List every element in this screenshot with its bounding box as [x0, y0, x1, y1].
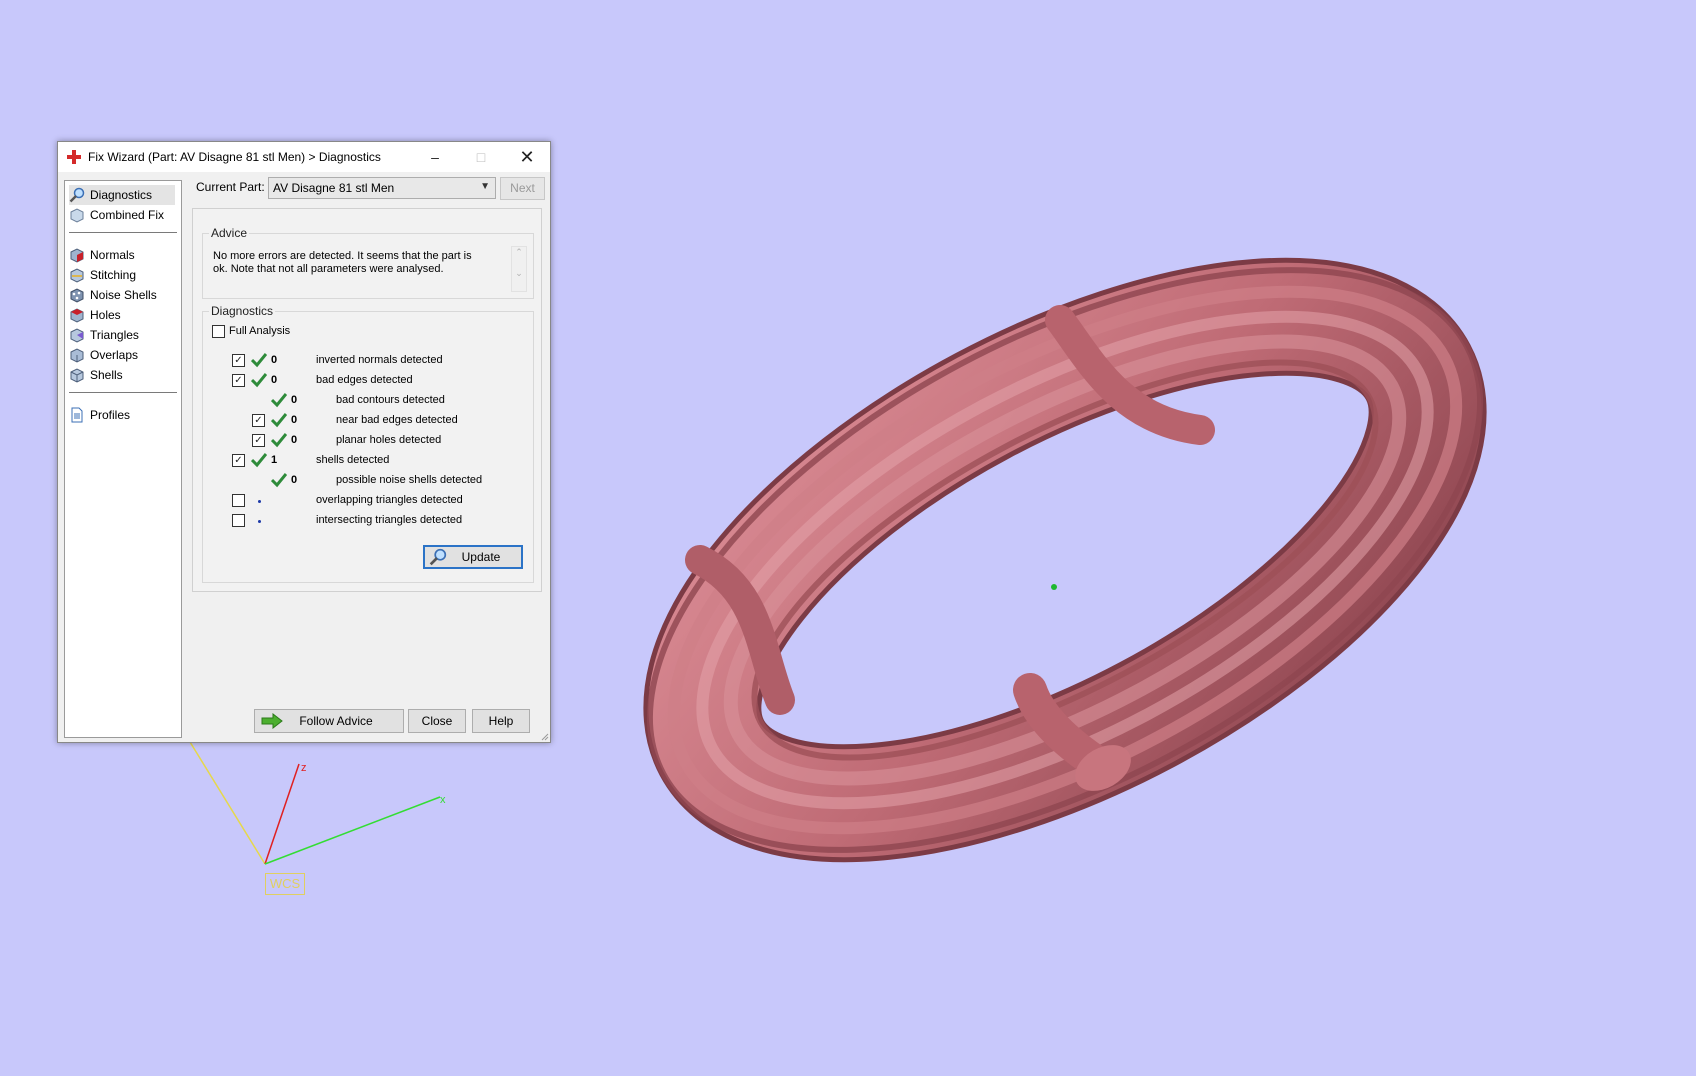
check-mark-icon — [271, 413, 287, 428]
sidebar-item-label: Overlaps — [90, 348, 139, 362]
shells-checkbox[interactable]: ✓ — [232, 454, 245, 467]
sidebar-item-normals[interactable]: Normals — [69, 245, 175, 265]
advice-legend: Advice — [209, 226, 250, 240]
chevron-down-icon: ▼ — [480, 181, 490, 192]
advice-scrollbar[interactable]: ⌃ ⌄ — [511, 246, 527, 292]
bad-contours-count: 0 — [291, 394, 298, 406]
check-mark-icon — [271, 393, 287, 408]
check-mark-icon — [271, 473, 287, 488]
fix-wizard-dialog: Fix Wizard (Part: AV Disagne 81 stl Men)… — [57, 141, 551, 743]
check-mark-icon — [251, 353, 267, 368]
minimize-button[interactable]: – — [412, 142, 458, 172]
intersecting-triangles-checkbox[interactable] — [232, 514, 245, 527]
sidebar-item-label: Shells — [90, 368, 123, 382]
sidebar-item-shells[interactable]: Shells — [69, 365, 175, 385]
sidebar-divider — [69, 232, 177, 233]
full-analysis-label: Full Analysis — [229, 325, 291, 337]
sidebar-item-label: Triangles — [90, 328, 139, 342]
overlapping-triangles-text: overlapping triangles detected — [316, 494, 463, 506]
sidebar-item-noise-shells[interactable]: Noise Shells — [69, 285, 175, 305]
advice-group: Advice No more errors are detected. It s… — [202, 226, 534, 299]
sidebar-item-holes[interactable]: Holes — [69, 305, 175, 325]
check-mark-icon — [251, 373, 267, 388]
bad-edges-count: 0 — [271, 374, 278, 386]
document-icon — [71, 407, 83, 423]
current-part-value: AV Disagne 81 stl Men — [273, 181, 395, 195]
advice-text: No more errors are detected. It seems th… — [213, 250, 472, 275]
overlaps-cube-icon — [70, 348, 84, 363]
help-button[interactable]: Help — [472, 709, 530, 733]
update-button[interactable]: Update — [423, 545, 523, 569]
triangles-cube-icon — [70, 328, 84, 343]
noise-shells-count: 0 — [291, 474, 298, 486]
shells-cube-icon — [70, 368, 84, 383]
close-button[interactable]: Close — [408, 709, 466, 733]
sidebar-item-overlaps[interactable]: Overlaps — [69, 345, 175, 365]
sidebar-item-stitching[interactable]: Stitching — [69, 265, 175, 285]
sidebar-item-diagnostics[interactable]: Diagnostics — [69, 185, 175, 205]
normals-cube-icon — [70, 248, 84, 263]
near-bad-edges-count: 0 — [291, 414, 298, 426]
maximize-button[interactable]: □ — [458, 142, 504, 172]
noise-shells-text: possible noise shells detected — [336, 474, 483, 486]
sidebar-item-label: Diagnostics — [90, 188, 153, 202]
green-arrow-icon — [261, 713, 283, 729]
red-cross-icon — [67, 150, 81, 164]
sidebar-item-label: Profiles — [90, 408, 131, 422]
full-analysis-checkbox[interactable] — [212, 325, 225, 338]
check-mark-icon — [271, 433, 287, 448]
next-button[interactable]: Next — [500, 177, 545, 200]
sidebar-item-label: Holes — [90, 308, 121, 322]
stitching-cube-icon — [70, 268, 84, 283]
planar-holes-checkbox[interactable]: ✓ — [252, 434, 265, 447]
sidebar-divider — [69, 392, 177, 393]
bad-edges-checkbox[interactable]: ✓ — [232, 374, 245, 387]
planar-holes-text: planar holes detected — [336, 434, 442, 446]
pending-dot-icon — [258, 520, 261, 523]
overlapping-triangles-checkbox[interactable] — [232, 494, 245, 507]
sidebar-item-triangles[interactable]: Triangles — [69, 325, 175, 345]
pending-dot-icon — [258, 500, 261, 503]
inverted-normals-text: inverted normals detected — [316, 354, 443, 366]
diagnostics-panel: Advice No more errors are detected. It s… — [192, 208, 542, 592]
sidebar-item-combined-fix[interactable]: Combined Fix — [69, 205, 175, 225]
noise-shells-icon — [70, 288, 84, 303]
follow-advice-button[interactable]: Follow Advice — [254, 709, 404, 733]
planar-holes-count: 0 — [291, 434, 298, 446]
inverted-normals-checkbox[interactable]: ✓ — [232, 354, 245, 367]
holes-cube-icon — [70, 308, 84, 323]
sidebar-item-label: Normals — [90, 248, 135, 262]
magnifier-icon — [69, 187, 85, 203]
diagnostics-group: Diagnostics Full Analysis ✓ 0 inverted n… — [202, 304, 534, 583]
diagnostics-legend: Diagnostics — [209, 304, 276, 318]
shells-count: 1 — [271, 454, 278, 466]
cube-icon — [70, 208, 84, 223]
magnifier-icon — [429, 548, 447, 566]
resize-grip-icon[interactable] — [539, 731, 549, 741]
wizard-sidebar: Diagnostics Combined Fix Normals Stitchi… — [64, 180, 182, 738]
close-window-button[interactable]: ✕ — [504, 142, 550, 172]
sidebar-item-profiles[interactable]: Profiles — [69, 405, 175, 425]
check-mark-icon — [251, 453, 267, 468]
title-bar[interactable]: Fix Wizard (Part: AV Disagne 81 stl Men)… — [58, 142, 550, 172]
current-part-label: Current Part: — [196, 180, 265, 194]
bad-edges-text: bad edges detected — [316, 374, 413, 386]
window-title: Fix Wizard (Part: AV Disagne 81 stl Men)… — [88, 150, 381, 164]
sidebar-item-label: Stitching — [90, 268, 137, 282]
near-bad-edges-text: near bad edges detected — [336, 414, 458, 426]
bad-contours-text: bad contours detected — [336, 394, 445, 406]
sidebar-item-label: Noise Shells — [90, 288, 157, 302]
inverted-normals-count: 0 — [271, 354, 278, 366]
current-part-select[interactable]: AV Disagne 81 stl Men ▼ — [268, 177, 496, 199]
sidebar-item-label: Combined Fix — [90, 208, 165, 222]
update-label: Update — [461, 550, 501, 564]
shells-text: shells detected — [316, 454, 390, 466]
follow-advice-label: Follow Advice — [299, 714, 373, 728]
intersecting-triangles-text: intersecting triangles detected — [316, 514, 463, 526]
near-bad-edges-checkbox[interactable]: ✓ — [252, 414, 265, 427]
